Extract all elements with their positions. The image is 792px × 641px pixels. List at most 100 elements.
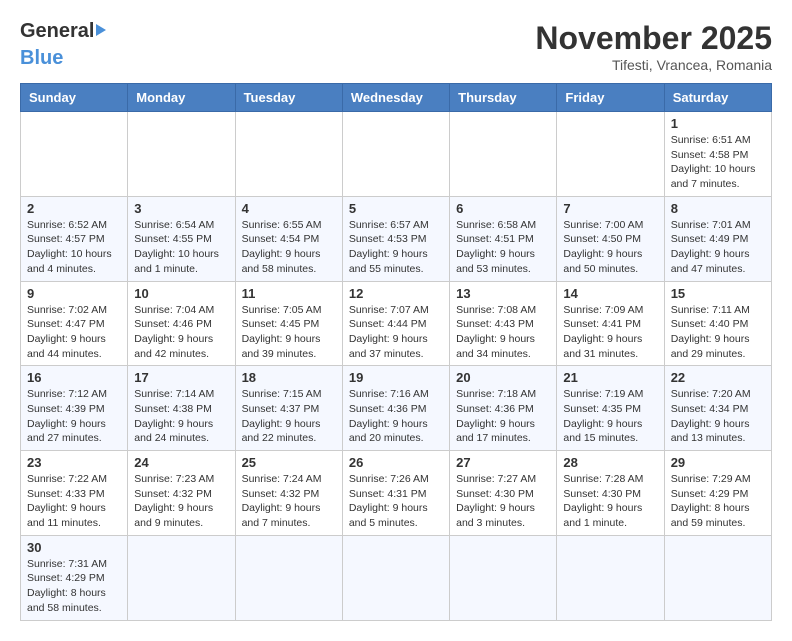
calendar-cell: 18Sunrise: 7:15 AM Sunset: 4:37 PM Dayli… <box>235 366 342 451</box>
calendar-cell: 17 Sunrise: 7:14 AM Sunset: 4:38 PM Dayli… <box>128 366 235 451</box>
weekday-header-wednesday: Wednesday <box>342 84 449 112</box>
week-row-5: 23 Sunrise: 7:22 AM Sunset: 4:33 PM Dayli… <box>21 451 772 536</box>
calendar-cell: 28 Sunrise: 7:28 AM Sunset: 4:30 PM Dayli… <box>557 451 664 536</box>
day-number: 9 <box>27 286 121 301</box>
day-number: 5 <box>349 201 443 216</box>
day-number: 23 <box>27 455 121 470</box>
day-number: 2 <box>27 201 121 216</box>
day-number: 14 <box>563 286 657 301</box>
weekday-header-saturday: Saturday <box>664 84 771 112</box>
calendar-cell: 27 Sunrise: 7:27 AM Sunset: 4:30 PM Dayli… <box>450 451 557 536</box>
day-info: Sunrise: 7:22 AM Sunset: 4:33 PM Dayligh… <box>27 472 121 531</box>
day-number: 25 <box>242 455 336 470</box>
day-number: 13 <box>456 286 550 301</box>
calendar-cell: 9 Sunrise: 7:02 AM Sunset: 4:47 PM Daylig… <box>21 281 128 366</box>
calendar-cell: 25Sunrise: 7:24 AM Sunset: 4:32 PM Dayli… <box>235 451 342 536</box>
day-number: 4 <box>242 201 336 216</box>
logo-blue: Blue <box>20 47 63 70</box>
calendar-cell: 11 Sunrise: 7:05 AM Sunset: 4:45 PM Dayli… <box>235 281 342 366</box>
weekday-header-friday: Friday <box>557 84 664 112</box>
day-info: Sunrise: 7:04 AM Sunset: 4:46 PM Dayligh… <box>134 303 228 362</box>
calendar-cell: 5 Sunrise: 6:57 AM Sunset: 4:53 PM Daylig… <box>342 196 449 281</box>
title-area: November 2025 Tifesti, Vrancea, Romania <box>535 20 772 73</box>
calendar-cell <box>450 535 557 620</box>
calendar-cell: 13Sunrise: 7:08 AM Sunset: 4:43 PM Dayli… <box>450 281 557 366</box>
day-info: Sunrise: 6:54 AM Sunset: 4:55 PM Dayligh… <box>134 218 228 277</box>
day-number: 26 <box>349 455 443 470</box>
day-number: 30 <box>27 540 121 555</box>
day-number: 8 <box>671 201 765 216</box>
day-info: Sunrise: 7:27 AM Sunset: 4:30 PM Dayligh… <box>456 472 550 531</box>
calendar-cell: 26 Sunrise: 7:26 AM Sunset: 4:31 PM Dayli… <box>342 451 449 536</box>
day-info: Sunrise: 7:16 AM Sunset: 4:36 PM Dayligh… <box>349 387 443 446</box>
day-info: Sunrise: 7:26 AM Sunset: 4:31 PM Dayligh… <box>349 472 443 531</box>
day-number: 17 <box>134 370 228 385</box>
day-info: Sunrise: 6:57 AM Sunset: 4:53 PM Dayligh… <box>349 218 443 277</box>
day-info: Sunrise: 6:51 AM Sunset: 4:58 PM Dayligh… <box>671 133 765 192</box>
calendar-cell: 3 Sunrise: 6:54 AM Sunset: 4:55 PM Daylig… <box>128 196 235 281</box>
day-info: Sunrise: 7:01 AM Sunset: 4:49 PM Dayligh… <box>671 218 765 277</box>
week-row-6: 30Sunrise: 7:31 AM Sunset: 4:29 PM Dayli… <box>21 535 772 620</box>
day-info: Sunrise: 7:18 AM Sunset: 4:36 PM Dayligh… <box>456 387 550 446</box>
day-number: 28 <box>563 455 657 470</box>
header: General Blue November 2025 Tifesti, Vran… <box>20 20 772 73</box>
day-info: Sunrise: 7:20 AM Sunset: 4:34 PM Dayligh… <box>671 387 765 446</box>
calendar-cell: 19Sunrise: 7:16 AM Sunset: 4:36 PM Dayli… <box>342 366 449 451</box>
weekday-header-tuesday: Tuesday <box>235 84 342 112</box>
calendar-cell <box>342 535 449 620</box>
location-subtitle: Tifesti, Vrancea, Romania <box>535 57 772 73</box>
weekday-header-monday: Monday <box>128 84 235 112</box>
week-row-3: 9 Sunrise: 7:02 AM Sunset: 4:47 PM Daylig… <box>21 281 772 366</box>
day-info: Sunrise: 7:00 AM Sunset: 4:50 PM Dayligh… <box>563 218 657 277</box>
day-info: Sunrise: 7:12 AM Sunset: 4:39 PM Dayligh… <box>27 387 121 446</box>
day-number: 1 <box>671 116 765 131</box>
month-title: November 2025 <box>535 20 772 57</box>
weekday-header-row: SundayMondayTuesdayWednesdayThursdayFrid… <box>21 84 772 112</box>
day-number: 7 <box>563 201 657 216</box>
logo-triangle-icon <box>96 24 106 36</box>
day-number: 12 <box>349 286 443 301</box>
calendar-cell: 1 Sunrise: 6:51 AM Sunset: 4:58 PM Daylig… <box>664 112 771 197</box>
day-number: 24 <box>134 455 228 470</box>
day-number: 27 <box>456 455 550 470</box>
day-info: Sunrise: 6:58 AM Sunset: 4:51 PM Dayligh… <box>456 218 550 277</box>
calendar-cell: 16 Sunrise: 7:12 AM Sunset: 4:39 PM Dayli… <box>21 366 128 451</box>
calendar-cell: 8 Sunrise: 7:01 AM Sunset: 4:49 PM Daylig… <box>664 196 771 281</box>
calendar-cell <box>664 535 771 620</box>
calendar-cell: 15Sunrise: 7:11 AM Sunset: 4:40 PM Dayli… <box>664 281 771 366</box>
calendar-cell: 30Sunrise: 7:31 AM Sunset: 4:29 PM Dayli… <box>21 535 128 620</box>
day-info: Sunrise: 7:09 AM Sunset: 4:41 PM Dayligh… <box>563 303 657 362</box>
day-info: Sunrise: 7:14 AM Sunset: 4:38 PM Dayligh… <box>134 387 228 446</box>
day-number: 11 <box>242 286 336 301</box>
calendar-cell: 20Sunrise: 7:18 AM Sunset: 4:36 PM Dayli… <box>450 366 557 451</box>
day-number: 6 <box>456 201 550 216</box>
weekday-header-sunday: Sunday <box>21 84 128 112</box>
day-info: Sunrise: 7:05 AM Sunset: 4:45 PM Dayligh… <box>242 303 336 362</box>
day-number: 3 <box>134 201 228 216</box>
logo: General Blue <box>20 20 106 70</box>
week-row-1: 1 Sunrise: 6:51 AM Sunset: 4:58 PM Daylig… <box>21 112 772 197</box>
calendar-cell: 23 Sunrise: 7:22 AM Sunset: 4:33 PM Dayli… <box>21 451 128 536</box>
calendar-cell <box>128 535 235 620</box>
calendar-cell: 12Sunrise: 7:07 AM Sunset: 4:44 PM Dayli… <box>342 281 449 366</box>
day-info: Sunrise: 7:15 AM Sunset: 4:37 PM Dayligh… <box>242 387 336 446</box>
calendar-cell <box>235 535 342 620</box>
logo-wordmark: General <box>20 20 106 43</box>
day-info: Sunrise: 7:19 AM Sunset: 4:35 PM Dayligh… <box>563 387 657 446</box>
weekday-header-thursday: Thursday <box>450 84 557 112</box>
day-number: 16 <box>27 370 121 385</box>
day-info: Sunrise: 7:02 AM Sunset: 4:47 PM Dayligh… <box>27 303 121 362</box>
calendar-cell: 4Sunrise: 6:55 AM Sunset: 4:54 PM Daylig… <box>235 196 342 281</box>
day-number: 22 <box>671 370 765 385</box>
calendar-cell <box>21 112 128 197</box>
day-info: Sunrise: 7:29 AM Sunset: 4:29 PM Dayligh… <box>671 472 765 531</box>
day-number: 21 <box>563 370 657 385</box>
calendar-cell <box>557 535 664 620</box>
calendar-cell: 29Sunrise: 7:29 AM Sunset: 4:29 PM Dayli… <box>664 451 771 536</box>
calendar-cell: 2 Sunrise: 6:52 AM Sunset: 4:57 PM Daylig… <box>21 196 128 281</box>
calendar-cell: 10Sunrise: 7:04 AM Sunset: 4:46 PM Dayli… <box>128 281 235 366</box>
calendar-cell <box>128 112 235 197</box>
day-info: Sunrise: 6:52 AM Sunset: 4:57 PM Dayligh… <box>27 218 121 277</box>
day-info: Sunrise: 7:28 AM Sunset: 4:30 PM Dayligh… <box>563 472 657 531</box>
week-row-2: 2 Sunrise: 6:52 AM Sunset: 4:57 PM Daylig… <box>21 196 772 281</box>
